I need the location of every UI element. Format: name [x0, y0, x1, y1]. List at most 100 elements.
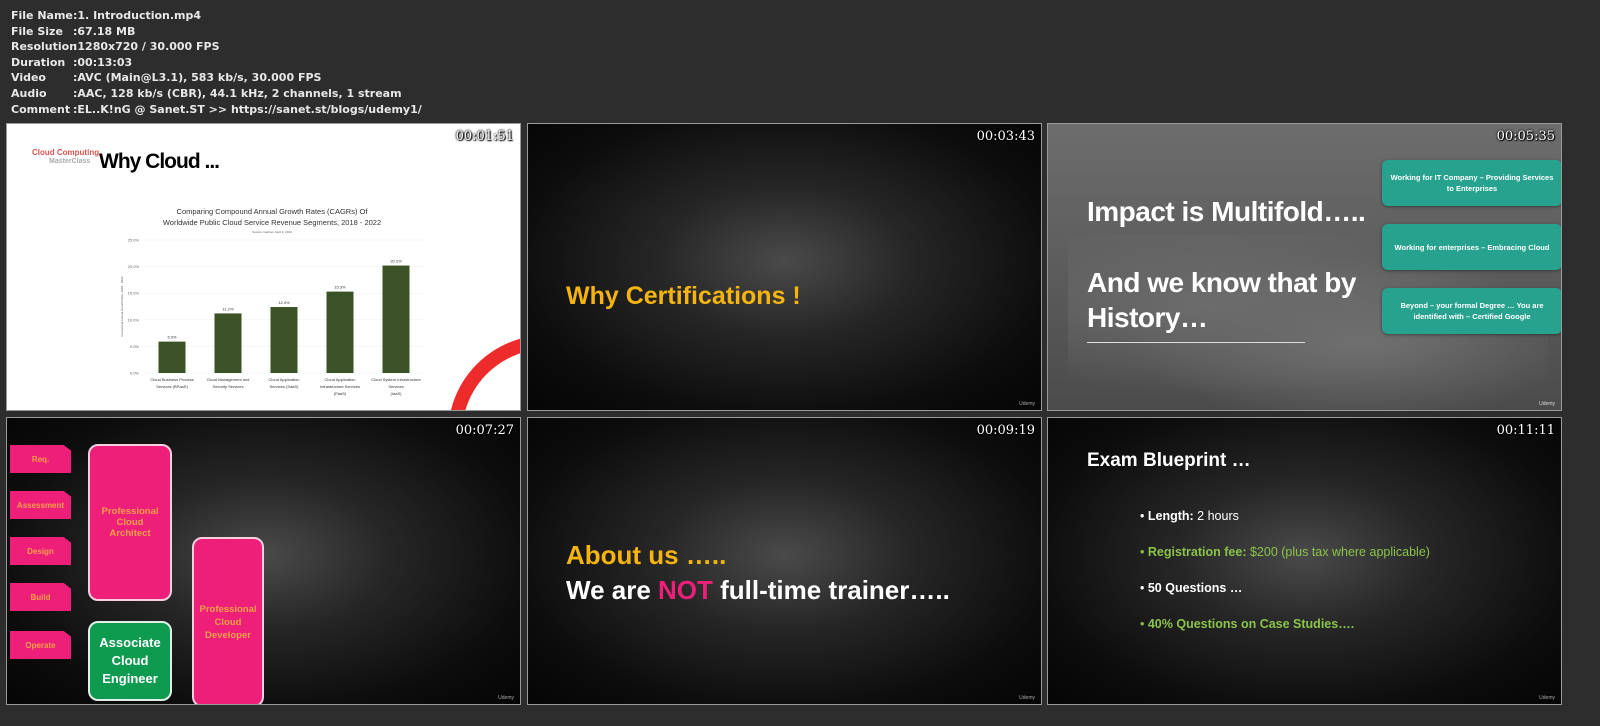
x-tick-label: Cloud Application [325, 377, 356, 382]
teal-callout-box: Beyond – your formal Degree … You are id… [1382, 288, 1561, 334]
info-key: Audio [11, 86, 47, 100]
info-value: 67.18 MB [77, 24, 136, 38]
thumbnail-5[interactable]: 00:09:19 About us ….. We are NOT full-ti… [527, 417, 1042, 705]
y-tick-label: 0.0% [130, 371, 140, 376]
info-key: Duration [11, 55, 66, 69]
info-value: 1. Introduction.mp4 [77, 9, 202, 22]
slide-line-1: About us ….. [566, 540, 727, 570]
professional-cloud-developer-box: Professional Cloud Developer [192, 537, 264, 704]
text: We are [566, 575, 659, 605]
info-value: 1280x720 / 30.000 FPS [77, 40, 220, 54]
info-key: File Name [11, 9, 73, 22]
timestamp: 00:11:11 [1496, 423, 1555, 438]
data-label: 5.9% [167, 335, 177, 340]
step-tab: Assessment [10, 491, 71, 519]
data-label: 11.2% [222, 306, 233, 311]
bar [214, 313, 242, 373]
udemy-watermark: Udemy [1539, 695, 1555, 701]
slide-line-1: Impact is Multifold….. [1087, 196, 1366, 227]
bar [326, 291, 354, 373]
timestamp: 00:09:19 [976, 423, 1035, 438]
y-tick-label: 5.0% [130, 344, 140, 349]
bar [270, 307, 298, 373]
bullet-item: • 40% Questions on Case Studies…. [1140, 617, 1354, 631]
bullet-mark: • [1140, 581, 1148, 595]
bullet-mark: • [1140, 545, 1148, 559]
file-info: File Name: 1. Introduction.mp4 File Size:… [11, 8, 422, 117]
info-value: EL..K!nG @ Sanet.ST >> https://sanet.st/… [77, 102, 422, 116]
udemy-watermark: Udemy [1019, 695, 1035, 701]
chart-title: Comparing Compound Annual Growth Rates (… [177, 207, 369, 216]
not-emphasis: NOT [658, 575, 713, 605]
info-row: Video: AVC (Main@L3.1), 583 kb/s, 30.000… [11, 70, 422, 86]
timestamp: 00:05:35 [1496, 129, 1555, 144]
x-tick-label: Services [388, 384, 403, 389]
udemy-watermark: Udemy [1019, 401, 1035, 407]
thumbnail-3[interactable]: 00:05:35 Impact is Multifold….. And we k… [1047, 123, 1562, 411]
bullet-rest: $200 (plus tax where applicable) [1246, 545, 1430, 559]
bullet-mark: • [1140, 617, 1148, 631]
pcd-label: Professional Cloud Developer [199, 603, 257, 641]
thumbnail-6[interactable]: 00:11:11 Exam Blueprint … • Length: 2 ho… [1047, 417, 1562, 705]
x-tick-label: Infrastructure Services [320, 384, 360, 389]
red-arc-decoration [450, 338, 520, 410]
info-row: Duration: 00:13:03 [11, 55, 422, 71]
step-tab: Design [10, 537, 71, 565]
bullet-item: • Registration fee: $200 (plus tax where… [1140, 545, 1430, 559]
y-tick-label: 15.0% [128, 291, 140, 296]
udemy-watermark: Udemy [498, 695, 514, 701]
thumbnail-4[interactable]: 00:07:27 Req. Assessment Design Build Operat… [6, 417, 521, 705]
info-key: File Size [11, 24, 63, 38]
slide-line-2: And we know that by [1087, 267, 1356, 298]
data-label: 20.2% [390, 259, 402, 264]
info-value: 00:13:03 [77, 55, 133, 69]
professional-cloud-architect-box: Professional Cloud Architect [88, 444, 172, 601]
bullet-label: 40% Questions on Case Studies…. [1147, 617, 1355, 631]
divider [1087, 342, 1305, 343]
x-tick-label: Cloud Business Process [150, 377, 193, 382]
step-tab: Req. [10, 445, 71, 473]
info-row: File Name: 1. Introduction.mp4 [11, 8, 422, 24]
thumbnail-2[interactable]: 00:03:43 Why Certifications ! Udemy [527, 123, 1042, 411]
bar [382, 265, 410, 373]
bullet-mark: • [1140, 509, 1148, 523]
teal-callout-box: Working for IT Company – Providing Servi… [1382, 160, 1561, 206]
x-tick-label: Services (SaaS) [270, 384, 300, 389]
y-axis-label: Compound Annual Growth Rate, 2018 - 2022 [120, 276, 124, 336]
info-key: Video [11, 71, 46, 85]
info-key: Comment [11, 102, 71, 116]
text: full-time trainer….. [712, 575, 950, 605]
info-row: Resolution: 1280x720 / 30.000 FPS [11, 39, 422, 55]
pca-label: Professional Cloud Architect [101, 506, 159, 539]
data-label: 12.4% [278, 300, 290, 305]
step-tab: Operate [10, 631, 71, 659]
thumbnail-1[interactable]: 00:01:51 Cloud Computing MasterClass Why… [6, 123, 521, 411]
step-tab: Build [10, 583, 71, 611]
slide-heading: Why Certifications ! [566, 282, 801, 310]
bullet-rest: 2 hours [1193, 509, 1239, 523]
x-tick-label: Security Services [213, 384, 244, 389]
udemy-watermark: Udemy [1539, 401, 1555, 407]
slide-line-3: History… [1087, 302, 1208, 333]
info-value: AAC, 128 kb/s (CBR), 44.1 kHz, 2 channel… [77, 86, 402, 100]
timestamp: 00:01:51 [455, 129, 514, 144]
ace-label: Associate Cloud Engineer [99, 635, 161, 686]
slide-title: Exam Blueprint … [1087, 450, 1251, 471]
info-row: Audio: AAC, 128 kb/s (CBR), 44.1 kHz, 2 … [11, 86, 422, 102]
x-tick-label: Cloud Management and [207, 377, 250, 382]
associate-cloud-engineer-box: Associate Cloud Engineer [88, 621, 172, 701]
bullet-label: 50 Questions … [1147, 581, 1243, 595]
teal-callout-box: Working for enterprises – Embracing Clou… [1382, 224, 1561, 270]
chart-subtitle: Source: Gartner, April 2, 2019 [252, 230, 292, 234]
x-tick-label: Cloud Application [269, 377, 300, 382]
data-label: 15.3% [334, 285, 346, 290]
info-row: File Size: 67.18 MB [11, 24, 422, 40]
bar [158, 341, 186, 373]
timestamp: 00:07:27 [455, 423, 514, 438]
bullet-item: • Length: 2 hours [1140, 509, 1239, 523]
x-tick-label: Services (BPaaS) [156, 384, 188, 389]
bullet-item: • 50 Questions … [1140, 581, 1242, 595]
x-tick-label: (PaaS) [334, 391, 347, 396]
info-value: AVC (Main@L3.1), 583 kb/s, 30.000 FPS [77, 71, 322, 85]
bullet-label: Length: [1147, 509, 1194, 523]
